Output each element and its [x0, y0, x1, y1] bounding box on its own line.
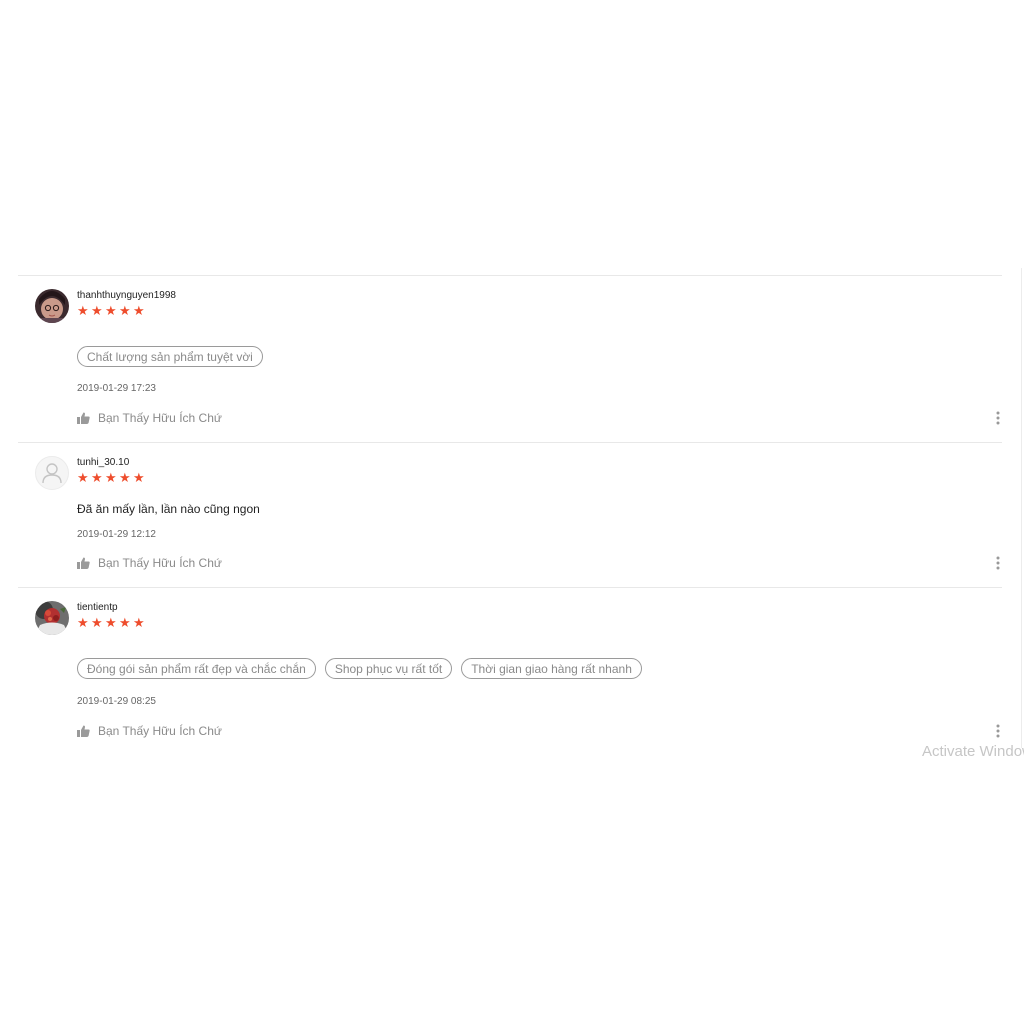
more-options-button[interactable] [994, 555, 1002, 571]
star-icon: ★ [105, 304, 117, 319]
helpful-label: Bạn Thấy Hữu Ích Chứ [98, 411, 222, 425]
review-timestamp: 2019-01-29 17:23 [77, 383, 156, 394]
thumbs-up-icon [77, 557, 90, 569]
review-tags: Chất lượng sản phẩm tuyệt vời [77, 346, 263, 367]
review-item: thanhthuynguyen1998 ★ ★ ★ ★ ★ Chất lượng… [18, 275, 1002, 442]
star-icon: ★ [133, 471, 145, 486]
more-options-button[interactable] [994, 410, 1002, 426]
helpful-button[interactable]: Bạn Thấy Hữu Ích Chứ [77, 724, 222, 738]
helpful-button[interactable]: Bạn Thấy Hữu Ích Chứ [77, 556, 222, 570]
star-icon: ★ [119, 304, 131, 319]
rating-stars: ★ ★ ★ ★ ★ [77, 305, 146, 319]
review-username[interactable]: thanhthuynguyen1998 [77, 290, 176, 301]
star-icon: ★ [119, 471, 131, 486]
review-item: tunhi_30.10 ★ ★ ★ ★ ★ Đã ăn mấy lần, lần… [18, 442, 1002, 587]
more-options-button[interactable] [994, 723, 1002, 739]
helpful-label: Bạn Thấy Hữu Ích Chứ [98, 724, 222, 738]
star-icon: ★ [77, 616, 89, 631]
review-timestamp: 2019-01-29 08:25 [77, 696, 156, 707]
star-icon: ★ [133, 304, 145, 319]
star-icon: ★ [91, 304, 103, 319]
star-icon: ★ [119, 616, 131, 631]
review-item: tientientp ★ ★ ★ ★ ★ Đóng gói sản phẩm r… [18, 587, 1002, 752]
review-username[interactable]: tientientp [77, 602, 118, 613]
review-tag: Chất lượng sản phẩm tuyệt vời [77, 346, 263, 367]
activation-watermark: Activate Windows [922, 743, 1024, 757]
avatar[interactable] [35, 601, 69, 635]
star-icon: ★ [77, 471, 89, 486]
star-icon: ★ [133, 616, 145, 631]
rating-stars: ★ ★ ★ ★ ★ [77, 617, 146, 631]
avatar[interactable] [35, 456, 69, 490]
review-tag: Thời gian giao hàng rất nhanh [461, 658, 642, 679]
review-list: thanhthuynguyen1998 ★ ★ ★ ★ ★ Chất lượng… [18, 275, 1002, 752]
avatar[interactable] [35, 289, 69, 323]
thumbs-up-icon [77, 725, 90, 737]
more-vertical-icon [994, 555, 1002, 571]
user-icon [36, 463, 68, 489]
star-icon: ★ [91, 616, 103, 631]
product-reviews-page: thanhthuynguyen1998 ★ ★ ★ ★ ★ Chất lượng… [0, 0, 1024, 1024]
scroll-edge [1021, 268, 1022, 748]
review-tag: Đóng gói sản phẩm rất đẹp và chắc chắn [77, 658, 316, 679]
more-vertical-icon [994, 410, 1002, 426]
star-icon: ★ [105, 616, 117, 631]
thumbs-up-icon [77, 412, 90, 424]
watermark-text: Activate Windows [922, 743, 1024, 757]
star-icon: ★ [91, 471, 103, 486]
review-comment: Đã ăn mấy lần, lần nào cũng ngon [77, 502, 260, 516]
helpful-label: Bạn Thấy Hữu Ích Chứ [98, 556, 222, 570]
review-timestamp: 2019-01-29 12:12 [77, 529, 156, 540]
helpful-button[interactable]: Bạn Thấy Hữu Ích Chứ [77, 411, 222, 425]
more-vertical-icon [994, 723, 1002, 739]
star-icon: ★ [105, 471, 117, 486]
review-tags: Đóng gói sản phẩm rất đẹp và chắc chắn S… [77, 658, 642, 679]
star-icon: ★ [77, 304, 89, 319]
rating-stars: ★ ★ ★ ★ ★ [77, 472, 146, 486]
review-tag: Shop phục vụ rất tốt [324, 658, 453, 679]
review-username[interactable]: tunhi_30.10 [77, 457, 129, 468]
